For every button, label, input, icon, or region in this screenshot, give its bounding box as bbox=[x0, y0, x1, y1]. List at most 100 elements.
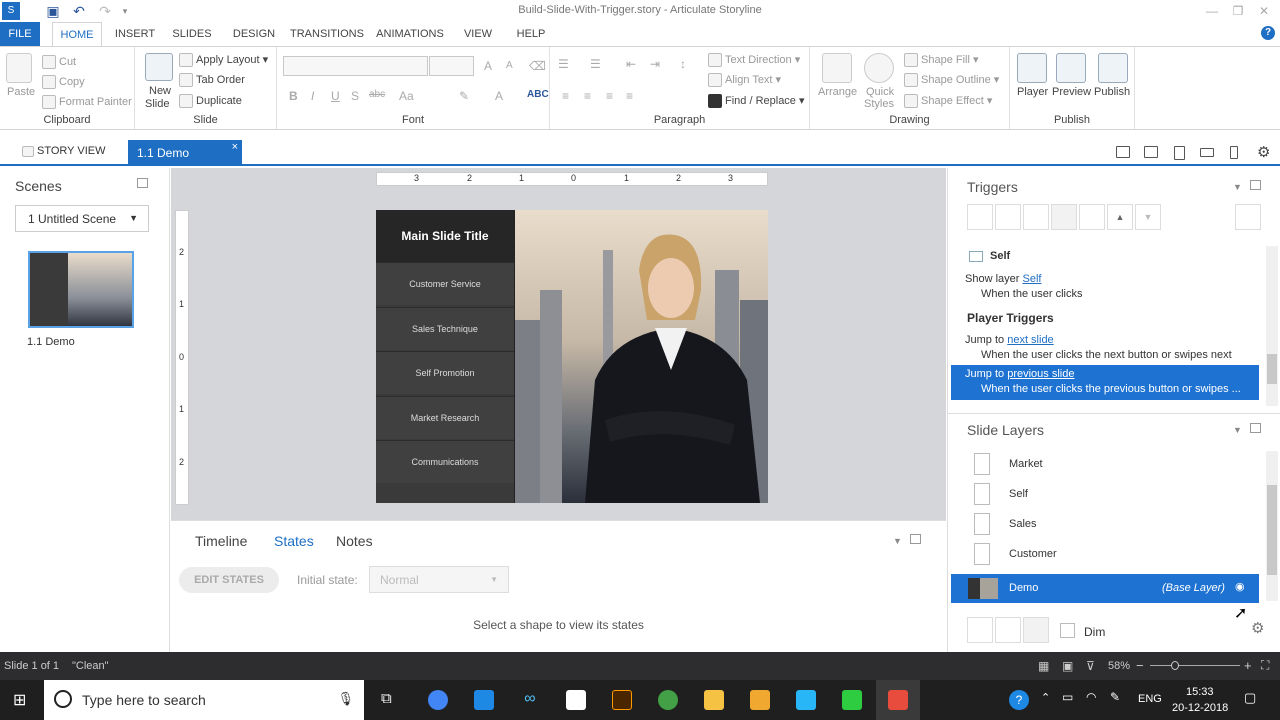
player-icon[interactable] bbox=[1017, 53, 1047, 83]
shape-effect-button[interactable]: Shape Effect ▾ bbox=[904, 94, 992, 109]
layers-scrollbar[interactable] bbox=[1266, 451, 1278, 601]
align-text-button[interactable]: Align Text ▾ bbox=[708, 73, 781, 88]
case-button[interactable]: Aa bbox=[399, 89, 414, 103]
storyline-taskbar-icon[interactable] bbox=[796, 690, 816, 710]
decrease-indent-icon[interactable]: ⇤ bbox=[626, 57, 636, 71]
menu-item-market-research[interactable]: Market Research bbox=[376, 396, 514, 439]
help-tray-icon[interactable]: ? bbox=[1009, 690, 1029, 710]
align-center-icon[interactable]: ≡ bbox=[584, 89, 591, 103]
zoom-in-icon[interactable]: + bbox=[1244, 658, 1252, 673]
menu-item-communications[interactable]: Communications bbox=[376, 440, 514, 483]
tab-timeline[interactable]: Timeline bbox=[195, 533, 247, 549]
bold-button[interactable]: B bbox=[289, 89, 298, 103]
layer-customer[interactable]: Customer bbox=[951, 539, 1259, 569]
panel-float-icon[interactable] bbox=[1250, 180, 1261, 190]
phone-portrait-icon[interactable] bbox=[1230, 146, 1238, 159]
move-up-icon[interactable]: ▲ bbox=[1107, 204, 1133, 230]
layer-sales[interactable]: Sales bbox=[951, 509, 1259, 539]
close-tab-icon[interactable]: × bbox=[232, 134, 238, 160]
help-icon[interactable]: ? bbox=[1261, 26, 1275, 40]
tablet-portrait-icon[interactable] bbox=[1174, 146, 1185, 160]
chrome-icon[interactable] bbox=[428, 690, 448, 710]
layer-settings-gear-icon[interactable]: ⚙ bbox=[1251, 619, 1264, 637]
font-size-select[interactable] bbox=[429, 56, 474, 76]
dim-checkbox[interactable] bbox=[1060, 623, 1075, 638]
collapse-icon[interactable]: ▼ bbox=[1233, 425, 1242, 435]
shape-fill-button[interactable]: Shape Fill ▾ bbox=[904, 53, 979, 68]
maximize-icon[interactable]: ❐ bbox=[1226, 2, 1250, 20]
trigger-previous-slide-selected[interactable]: Jump to previous slide When the user cli… bbox=[951, 365, 1259, 400]
zoom-out-icon[interactable]: − bbox=[1136, 658, 1144, 673]
find-replace-button[interactable]: Find / Replace ▾ bbox=[708, 94, 805, 109]
tab-view[interactable]: VIEW bbox=[458, 22, 498, 46]
microphone-icon[interactable]: 🎙 bbox=[337, 691, 354, 707]
paste-button[interactable]: Paste bbox=[7, 86, 35, 98]
tab-help[interactable]: HELP bbox=[512, 22, 550, 46]
tray-chevron-up-icon[interactable]: ⌃ bbox=[1041, 691, 1050, 704]
phone-landscape-icon[interactable] bbox=[1200, 148, 1214, 157]
slide-sorter-icon[interactable]: ▦ bbox=[1038, 659, 1049, 673]
zoom-slider[interactable] bbox=[1150, 665, 1240, 666]
clear-format-icon[interactable]: ⌫ bbox=[529, 59, 546, 73]
normal-view-icon[interactable]: ▣ bbox=[1062, 659, 1073, 673]
align-left-icon[interactable]: ≡ bbox=[562, 89, 569, 103]
new-slide-label[interactable]: New bbox=[149, 85, 171, 97]
pen-tray-icon[interactable]: ✎ bbox=[1110, 690, 1120, 704]
trigger-target-link[interactable]: previous slide bbox=[1007, 368, 1074, 380]
copy-trigger-icon[interactable] bbox=[1023, 204, 1049, 230]
edge-icon[interactable] bbox=[474, 690, 494, 710]
slide-title[interactable]: Main Slide Title bbox=[376, 210, 514, 262]
increase-indent-icon[interactable]: ⇥ bbox=[650, 57, 660, 71]
panel-float-icon[interactable] bbox=[137, 178, 148, 188]
tab-order-button[interactable]: Tab Order bbox=[179, 73, 245, 87]
infinity-app-icon[interactable]: ∞ bbox=[520, 690, 540, 710]
camtasia-recorder-icon[interactable] bbox=[888, 690, 908, 710]
tablet-landscape-icon[interactable] bbox=[1144, 146, 1158, 158]
increase-font-icon[interactable]: A bbox=[484, 59, 492, 73]
tab-file[interactable]: FILE bbox=[0, 22, 40, 46]
spellcheck-icon[interactable]: ABC bbox=[527, 89, 549, 100]
quick-styles-icon[interactable] bbox=[864, 53, 894, 83]
menu-item-sales-technique[interactable]: Sales Technique bbox=[376, 307, 514, 350]
menu-item-self-promotion[interactable]: Self Promotion bbox=[376, 351, 514, 394]
delete-trigger-icon[interactable] bbox=[1079, 204, 1105, 230]
quick-styles-label[interactable]: Quick bbox=[866, 86, 894, 98]
shape-outline-button[interactable]: Shape Outline ▾ bbox=[904, 73, 999, 88]
copy-button[interactable]: Copy bbox=[42, 75, 85, 89]
file-explorer-icon[interactable] bbox=[704, 690, 724, 710]
layer-market[interactable]: Market bbox=[951, 449, 1259, 479]
trigger-target-link[interactable]: Self bbox=[1022, 273, 1041, 285]
tab-home[interactable]: HOME bbox=[52, 22, 102, 47]
new-trigger-icon[interactable] bbox=[967, 204, 993, 230]
duplicate-layer-icon[interactable] bbox=[995, 617, 1021, 643]
wifi-icon[interactable]: ◠ bbox=[1086, 690, 1096, 704]
trigger-variables-icon[interactable] bbox=[1235, 204, 1261, 230]
slide-thumbnail[interactable] bbox=[28, 251, 134, 328]
collapse-icon[interactable]: ▼ bbox=[1233, 182, 1242, 192]
scene-dropdown[interactable]: 1 Untitled Scene ▼ bbox=[15, 205, 149, 232]
slide-tab-demo[interactable]: 1.1 Demo × bbox=[128, 140, 242, 166]
justify-icon[interactable]: ≡ bbox=[626, 89, 633, 103]
collapse-icon[interactable]: ▼ bbox=[893, 536, 902, 546]
clock-time[interactable]: 15:33 bbox=[1186, 686, 1214, 698]
text-direction-button[interactable]: Text Direction ▾ bbox=[708, 53, 800, 68]
clock-date[interactable]: 20-12-2018 bbox=[1172, 702, 1228, 714]
player-button[interactable]: Player bbox=[1017, 86, 1048, 98]
layer-checkbox[interactable] bbox=[974, 543, 990, 565]
tab-design[interactable]: DESIGN bbox=[228, 22, 280, 46]
font-family-select[interactable] bbox=[283, 56, 428, 76]
shadow-button[interactable]: S bbox=[351, 89, 359, 103]
utorrent-icon[interactable] bbox=[658, 690, 678, 710]
trigger-target-link[interactable]: next slide bbox=[1007, 334, 1053, 346]
duplicate-button[interactable]: Duplicate bbox=[179, 94, 242, 108]
gear-icon[interactable]: ⚙ bbox=[1257, 143, 1270, 161]
camtasia-green-icon[interactable] bbox=[842, 690, 862, 710]
publish-button[interactable]: Publish bbox=[1094, 86, 1130, 98]
paste-icon[interactable] bbox=[6, 53, 32, 83]
initial-state-select[interactable]: Normal ▼ bbox=[369, 566, 509, 593]
line-spacing-icon[interactable]: ↕ bbox=[680, 57, 686, 71]
publish-icon[interactable] bbox=[1098, 53, 1128, 83]
font-color-button[interactable]: A bbox=[495, 89, 503, 103]
layer-checkbox[interactable] bbox=[974, 483, 990, 505]
apply-layout-button[interactable]: Apply Layout ▾ bbox=[179, 53, 268, 68]
